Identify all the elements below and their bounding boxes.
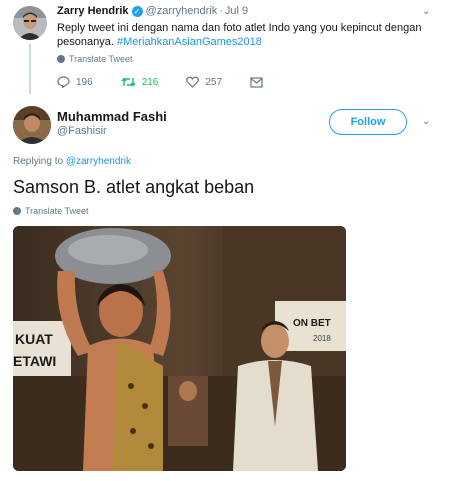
retweet-icon [121, 77, 136, 87]
reply-button[interactable]: 196 [57, 76, 93, 88]
replying-prefix: Replying to [13, 156, 64, 167]
reply-count: 196 [76, 76, 93, 88]
right-banner-line1: ON BET [293, 318, 331, 329]
chevron-down-icon[interactable]: ⌄ [422, 116, 430, 127]
follow-button[interactable]: Follow [329, 109, 407, 135]
tweet-text: Reply tweet ini dengan nama dan foto atl… [57, 21, 427, 49]
right-banner-line2: 2018 [313, 334, 331, 343]
retweet-count: 216 [141, 76, 159, 88]
translate-tweet-link[interactable]: Translate Tweet [13, 206, 89, 216]
verified-badge-icon: ✓ [131, 5, 143, 17]
heart-icon [186, 76, 200, 88]
tweet-header: Zarry Hendrik ✓ @zarryhendrik · Jul 9 [57, 5, 248, 17]
tweet-media-image[interactable]: KUAT ETAWI ON BET 2018 [13, 226, 346, 471]
avatar[interactable] [13, 6, 47, 40]
tweet-text: Samson B. atlet angkat beban [13, 177, 255, 197]
hashtag-link[interactable]: #MeriahkanAsianGames2018 [117, 36, 262, 48]
left-banner-line2: ETAWI [13, 353, 56, 369]
globe-icon [13, 207, 21, 215]
parent-tweet[interactable]: Zarry Hendrik ✓ @zarryhendrik · Jul 9 ⌄ … [0, 0, 449, 98]
translate-label: Translate Tweet [25, 206, 89, 216]
thread-connector-line [29, 44, 31, 94]
envelope-icon [250, 76, 263, 88]
author-name[interactable]: Muhammad Fashi [57, 109, 167, 124]
retweet-button[interactable]: 216 [121, 76, 159, 88]
globe-icon [57, 55, 65, 63]
reply-icon [57, 76, 70, 88]
author-name[interactable]: Zarry Hendrik [57, 5, 129, 17]
replying-to-handle-link[interactable]: @zarryhendrik [66, 156, 131, 167]
tweet-timestamp[interactable]: Jul 9 [225, 5, 248, 17]
like-count: 257 [205, 76, 223, 88]
left-banner-line1: KUAT [15, 331, 53, 347]
chevron-down-icon[interactable]: ⌄ [422, 6, 430, 17]
tweet-actions: 196 216 257 [57, 76, 297, 88]
translate-tweet-link[interactable]: Translate Tweet [57, 54, 133, 64]
author-handle[interactable]: @zarryhendrik [146, 5, 218, 17]
like-button[interactable]: 257 [186, 76, 222, 88]
author-handle[interactable]: @Fashisir [57, 125, 107, 137]
replying-to: Replying to @zarryhendrik [13, 156, 131, 167]
separator-dot: · [219, 5, 223, 17]
avatar[interactable] [13, 106, 51, 144]
direct-message-button[interactable] [250, 76, 269, 88]
reply-tweet: Muhammad Fashi @Fashisir Follow ⌄ Replyi… [0, 98, 449, 481]
translate-label: Translate Tweet [69, 54, 133, 64]
